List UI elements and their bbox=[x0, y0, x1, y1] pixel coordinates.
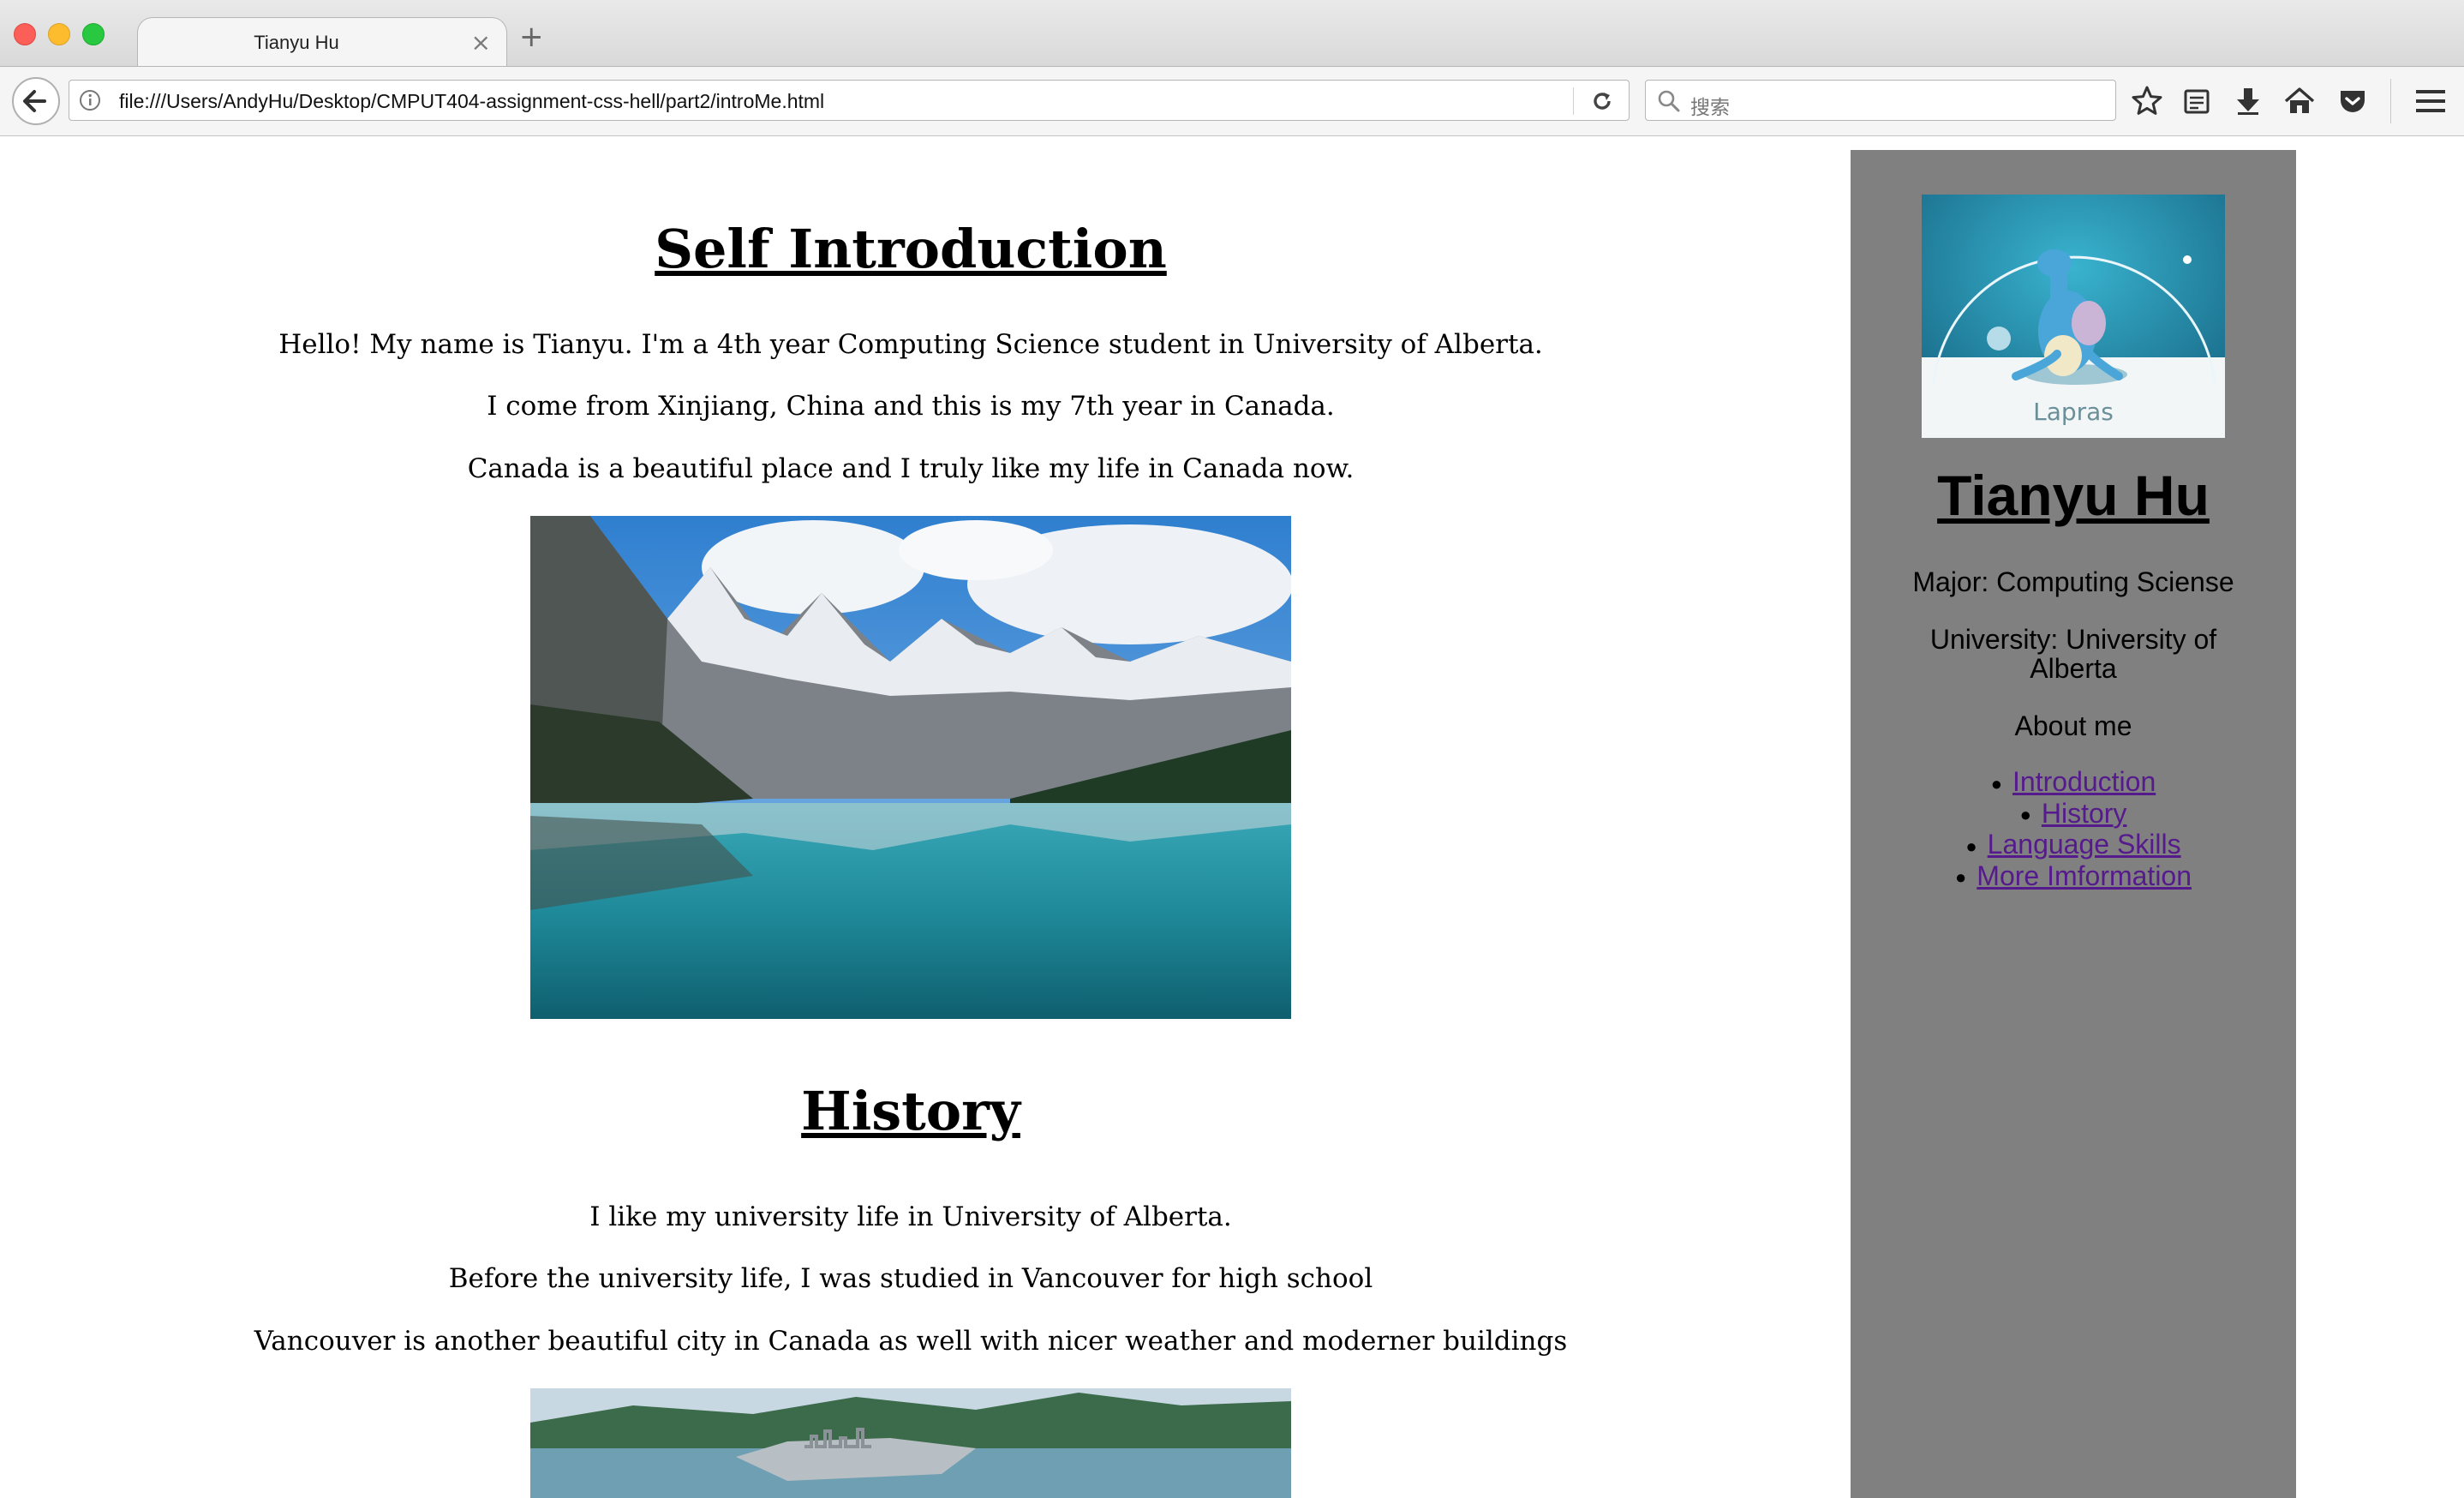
list-item: ● Language Skills bbox=[1851, 830, 2296, 861]
link-language-skills[interactable]: Language Skills bbox=[1988, 829, 2181, 860]
main-content: Self Introduction Hello! My name is Tian… bbox=[0, 135, 1821, 1498]
search-placeholder: 搜索 bbox=[1690, 97, 1730, 119]
tab-title: Tianyu Hu bbox=[254, 32, 339, 53]
vancouver-city-photo bbox=[530, 1388, 1291, 1498]
history-paragraph: I like my university life in University … bbox=[589, 1201, 1232, 1232]
url-bar[interactable]: file:///Users/AndyHu/Desktop/CMPUT404-as… bbox=[69, 80, 1630, 121]
sidebar: Lapras Tianyu Hu Major: Computing Sciens… bbox=[1851, 150, 2296, 1498]
home-icon[interactable] bbox=[2282, 84, 2317, 118]
list-item: ● Introduction bbox=[1851, 767, 2296, 799]
tab-bar: Tianyu Hu × + bbox=[0, 0, 2464, 68]
profile-name: Tianyu Hu bbox=[1937, 464, 2210, 527]
link-more-information[interactable]: More Imformation bbox=[1977, 860, 2192, 891]
pocket-icon[interactable] bbox=[2335, 84, 2370, 118]
avatar-caption: Lapras bbox=[2033, 398, 2114, 426]
history-paragraph: Vancouver is another beautiful city in C… bbox=[254, 1326, 1568, 1357]
back-arrow-icon bbox=[23, 90, 46, 112]
info-icon[interactable] bbox=[78, 88, 102, 112]
history-paragraph: Before the university life, I was studie… bbox=[448, 1263, 1373, 1294]
link-introduction[interactable]: Introduction bbox=[2012, 766, 2156, 797]
bullet-icon: ● bbox=[1965, 835, 1977, 857]
avatar: Lapras bbox=[1922, 195, 2225, 438]
tab-close-icon[interactable]: × bbox=[471, 28, 491, 57]
list-item: ● More Imformation bbox=[1851, 861, 2296, 893]
url-text[interactable]: file:///Users/AndyHu/Desktop/CMPUT404-as… bbox=[119, 90, 824, 113]
mountain-lake-photo bbox=[530, 516, 1291, 1019]
reading-list-icon[interactable] bbox=[2180, 84, 2214, 118]
intro-paragraph: I come from Xinjiang, China and this is … bbox=[487, 391, 1335, 422]
about-links: ● Introduction ● History ● Language Skills … bbox=[1851, 767, 2296, 892]
url-separator bbox=[1573, 87, 1574, 115]
list-item: ● History bbox=[1851, 799, 2296, 830]
search-bar[interactable]: 搜索 bbox=[1645, 80, 2116, 121]
menu-icon[interactable] bbox=[2414, 86, 2447, 117]
close-window-button[interactable] bbox=[14, 23, 36, 45]
university-text: University: University of Alberta bbox=[1929, 624, 2217, 684]
link-history[interactable]: History bbox=[2042, 798, 2127, 829]
new-tab-button[interactable]: + bbox=[519, 22, 544, 51]
toolbar-divider bbox=[2390, 79, 2391, 123]
major-text: Major: Computing Sciense bbox=[1912, 566, 2234, 597]
reload-icon[interactable] bbox=[1588, 87, 1616, 115]
search-icon bbox=[1658, 90, 1680, 112]
about-me-label: About me bbox=[2014, 710, 2132, 741]
zoom-window-button[interactable] bbox=[82, 23, 105, 45]
navigation-toolbar: file:///Users/AndyHu/Desktop/CMPUT404-as… bbox=[0, 66, 2464, 136]
intro-heading: Self Introduction bbox=[655, 218, 1167, 280]
browser-tab[interactable]: Tianyu Hu × bbox=[137, 17, 507, 68]
bullet-icon: ● bbox=[1954, 866, 1967, 889]
intro-paragraph: Hello! My name is Tianyu. I'm a 4th year… bbox=[278, 329, 1543, 360]
back-button[interactable] bbox=[12, 77, 60, 125]
bullet-icon: ● bbox=[1990, 772, 2003, 794]
bookmark-star-icon[interactable] bbox=[2130, 84, 2164, 118]
download-icon[interactable] bbox=[2231, 84, 2265, 118]
bullet-icon: ● bbox=[2019, 804, 2031, 826]
history-heading: History bbox=[801, 1080, 1020, 1142]
minimize-window-button[interactable] bbox=[48, 23, 70, 45]
intro-paragraph: Canada is a beautiful place and I truly … bbox=[467, 453, 1355, 484]
